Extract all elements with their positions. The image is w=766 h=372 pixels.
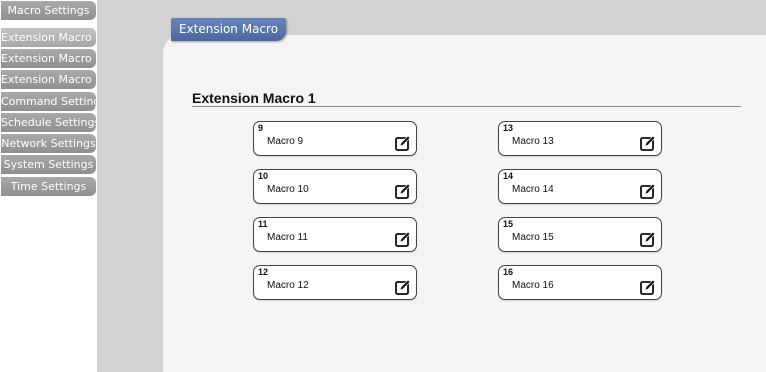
macro-button-11[interactable]: 11 Macro 11 [253, 217, 417, 252]
macro-button-13[interactable]: 13 Macro 13 [498, 121, 662, 156]
edit-icon[interactable] [395, 231, 411, 247]
macro-name: Macro 11 [267, 232, 308, 243]
sidebar-item-extension-macro-1[interactable]: Extension Macro 1 [1, 28, 96, 47]
edit-icon[interactable] [395, 135, 411, 151]
macro-number: 9 [258, 123, 264, 133]
sidebar-item-command-settings[interactable]: Command Settings [1, 92, 96, 111]
macro-button-10[interactable]: 10 Macro 10 [253, 169, 417, 204]
panel-tab: Extension Macro [171, 18, 287, 41]
macro-button-15[interactable]: 15 Macro 15 [498, 217, 662, 252]
macro-number: 16 [503, 267, 514, 277]
section-title: Extension Macro 1 [192, 90, 316, 106]
main-panel [163, 35, 766, 372]
macro-name: Macro 10 [267, 184, 309, 195]
edit-icon[interactable] [640, 135, 656, 151]
sidebar-item-schedule-settings[interactable]: Schedule Settings [1, 113, 96, 132]
sidebar-item-extension-macro-2[interactable]: Extension Macro 2 [1, 49, 96, 68]
macro-name: Macro 13 [512, 136, 554, 147]
macro-number: 14 [503, 171, 514, 181]
macro-number: 12 [258, 267, 269, 277]
sidebar-item-macro-settings[interactable]: Macro Settings [1, 1, 96, 20]
sidebar: Macro Settings Extension Macro 1 Extensi… [0, 0, 97, 372]
edit-icon[interactable] [640, 279, 656, 295]
macro-number: 10 [258, 171, 269, 181]
edit-icon[interactable] [640, 183, 656, 199]
sidebar-item-extension-macro-3[interactable]: Extension Macro 3 [1, 70, 96, 89]
sidebar-item-system-settings[interactable]: System Settings [1, 155, 96, 174]
edit-icon[interactable] [640, 231, 656, 247]
macro-name: Macro 15 [512, 232, 554, 243]
macro-name: Macro 9 [267, 136, 304, 147]
macro-number: 11 [258, 219, 268, 229]
macro-button-16[interactable]: 16 Macro 16 [498, 265, 662, 300]
sidebar-item-time-settings[interactable]: Time Settings [1, 177, 96, 196]
macro-name: Macro 14 [512, 184, 554, 195]
macro-name: Macro 16 [512, 280, 554, 291]
macro-number: 15 [503, 219, 514, 229]
section-divider [192, 106, 741, 107]
edit-icon[interactable] [395, 279, 411, 295]
macro-number: 13 [503, 123, 514, 133]
macro-button-12[interactable]: 12 Macro 12 [253, 265, 417, 300]
edit-icon[interactable] [395, 183, 411, 199]
macro-button-14[interactable]: 14 Macro 14 [498, 169, 662, 204]
macro-name: Macro 12 [267, 280, 309, 291]
sidebar-item-network-settings[interactable]: Network Settings [1, 134, 96, 153]
macro-button-9[interactable]: 9 Macro 9 [253, 121, 417, 156]
